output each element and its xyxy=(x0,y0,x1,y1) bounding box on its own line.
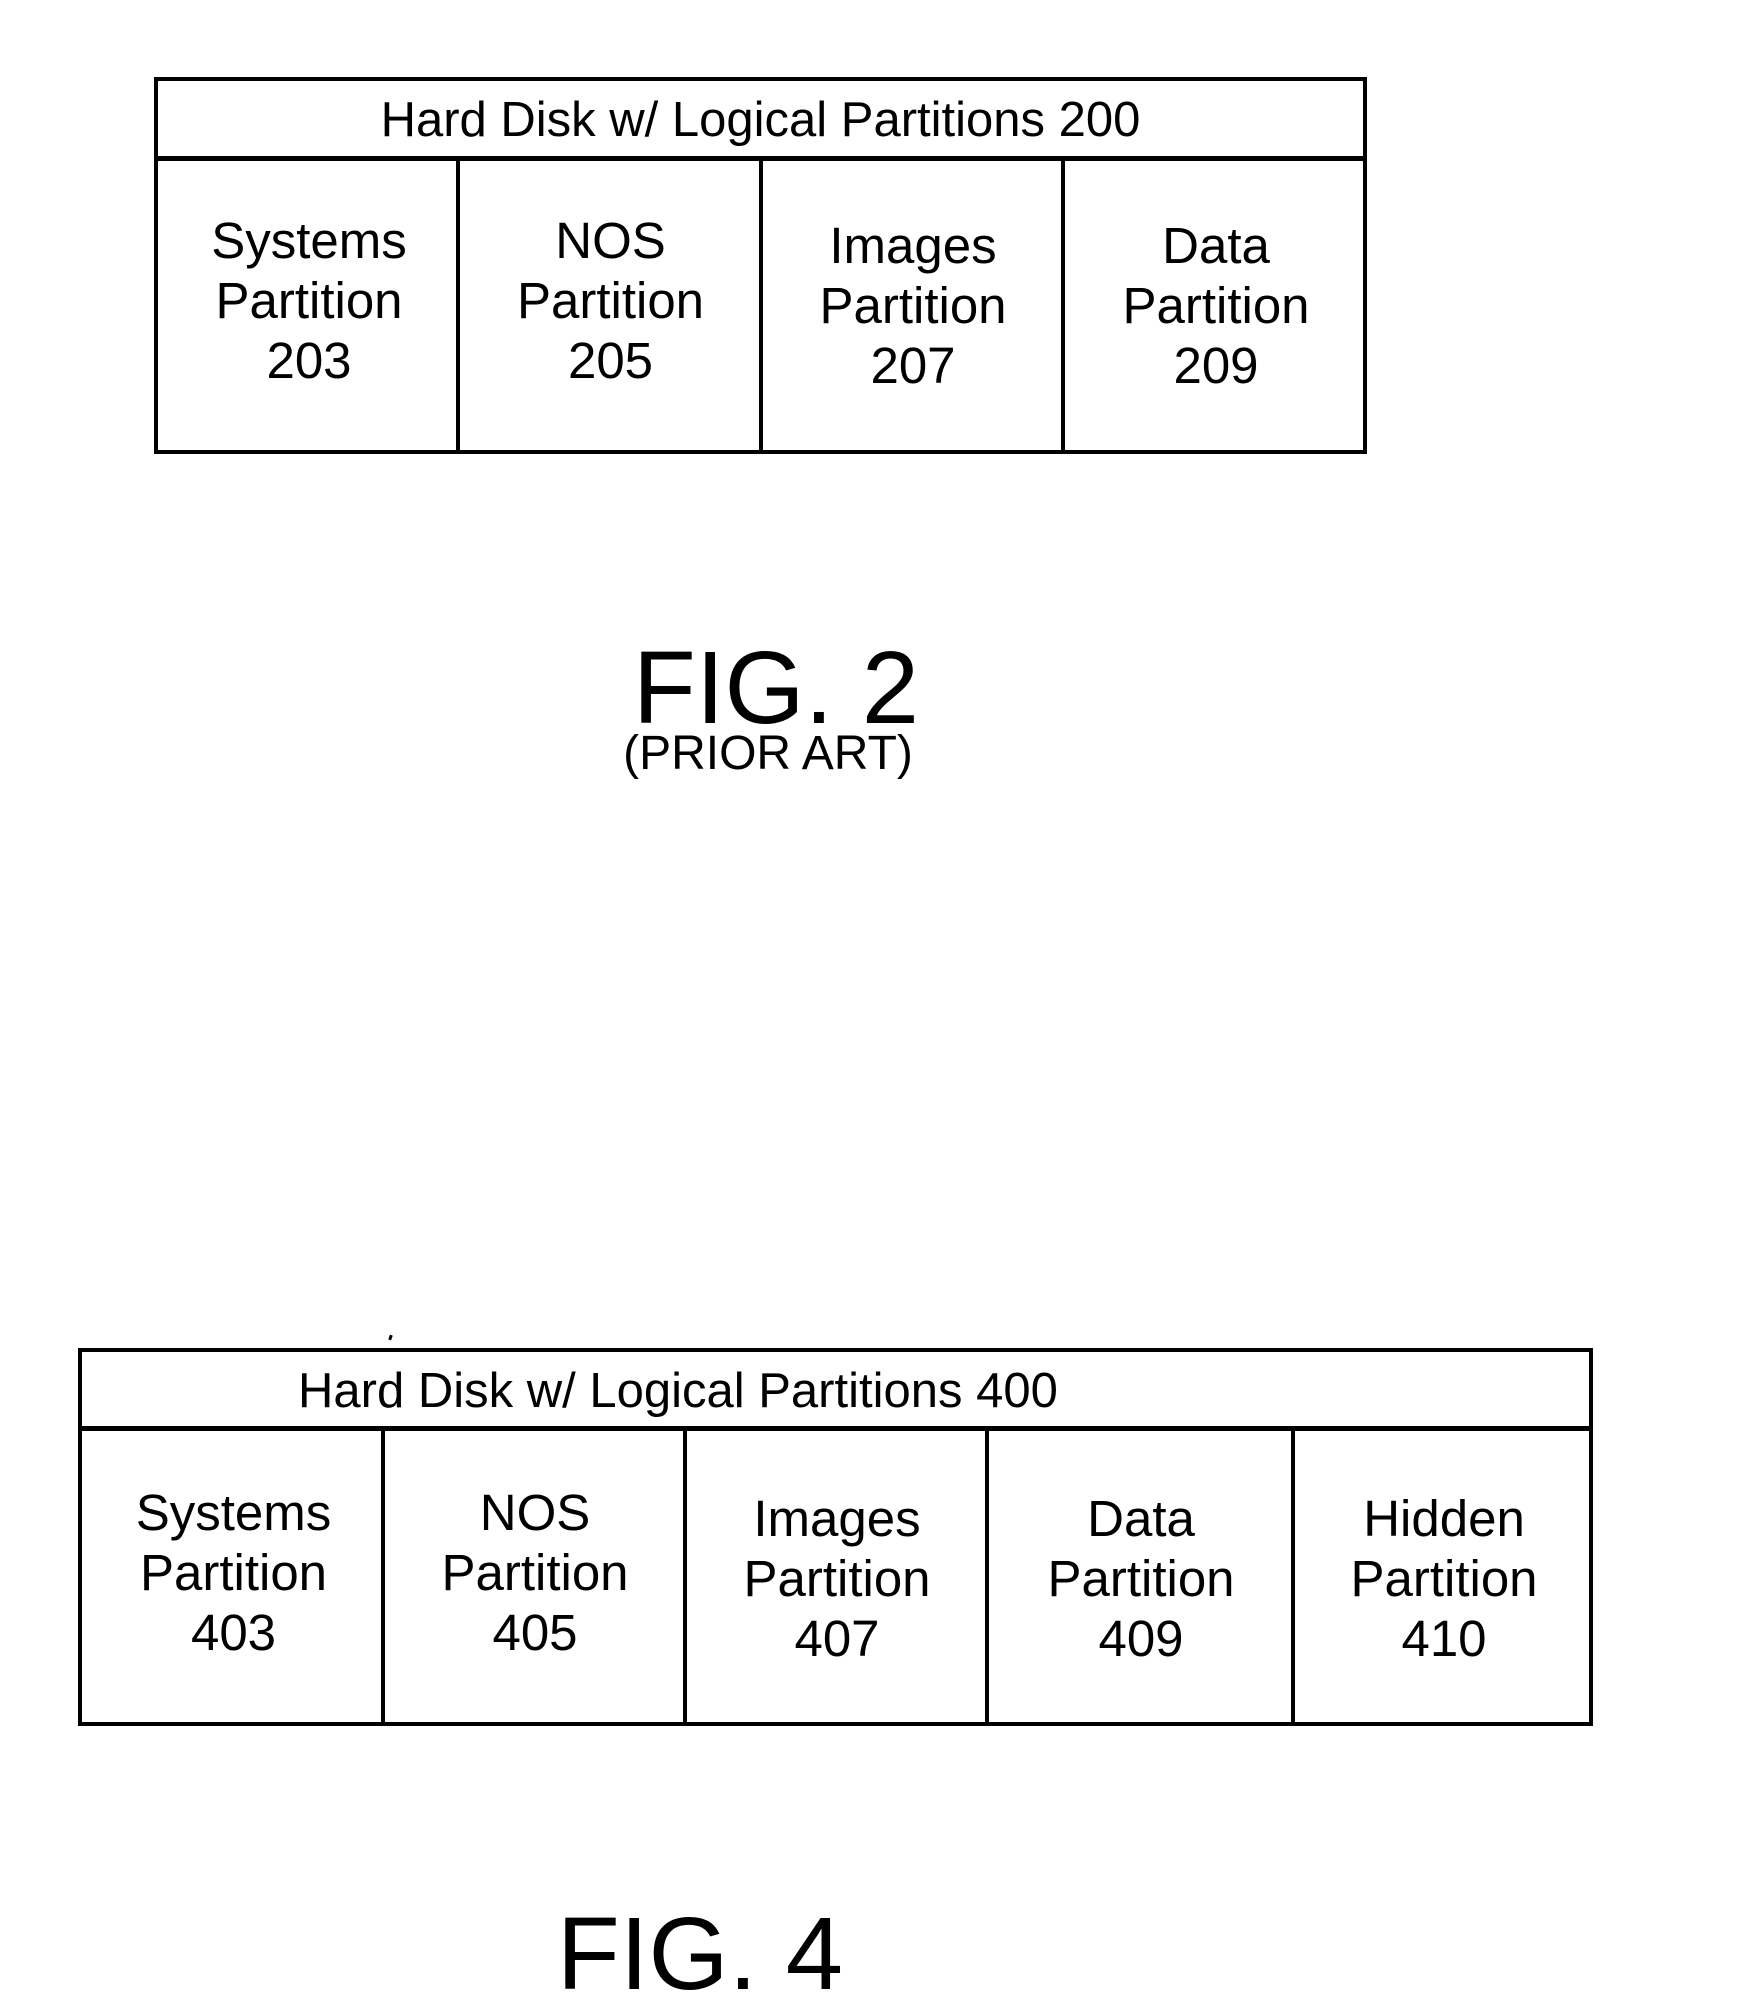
fig4-partition-nos: NOS Partition 405 xyxy=(381,1427,685,1722)
partition-name: NOS xyxy=(479,1484,591,1541)
fig2-hard-disk-diagram: Hard Disk w/ Logical Partitions 200 Syst… xyxy=(154,77,1367,454)
partition-name: Images xyxy=(829,217,997,274)
scan-speck xyxy=(388,1334,393,1341)
partition-word: Partition xyxy=(1350,1550,1538,1607)
partition-ref: 203 xyxy=(266,332,352,389)
fig2-disk-title: Hard Disk w/ Logical Partitions 200 xyxy=(158,81,1363,161)
fig2-prior-art-label: (PRIOR ART) xyxy=(623,727,913,780)
fig2-disk-title-text: Hard Disk w/ Logical Partitions 200 xyxy=(380,93,1141,147)
fig2-caption: FIG. 2 xyxy=(632,630,920,745)
fig2-partition-images: Images Partition 207 xyxy=(759,157,1063,450)
partition-ref: 205 xyxy=(567,332,654,389)
fig4-partition-images: Images Partition 407 xyxy=(683,1427,987,1722)
partition-word: Partition xyxy=(441,1544,629,1601)
partition-word: Partition xyxy=(215,272,403,329)
fig4-partition-row: Systems Partition 403 NOS Partition 405 … xyxy=(82,1427,1589,1722)
partition-word: Partition xyxy=(1122,277,1310,334)
partition-name: Systems xyxy=(135,1484,332,1541)
partition-name: Hidden xyxy=(1363,1490,1525,1547)
fig4-partition-data: Data Partition 409 xyxy=(985,1427,1293,1722)
partition-name: Data xyxy=(1087,1490,1195,1547)
partition-ref: 409 xyxy=(1098,1610,1184,1667)
partition-word: Partition xyxy=(819,277,1007,334)
partition-ref: 403 xyxy=(190,1604,277,1661)
partition-word: Partition xyxy=(1047,1550,1235,1607)
partition-word: Partition xyxy=(139,1544,328,1601)
fig2-partition-systems: Systems Partition 203 xyxy=(158,157,460,450)
partition-ref: 410 xyxy=(1401,1610,1487,1667)
partition-ref: 209 xyxy=(1173,337,1259,394)
partition-ref: 407 xyxy=(794,1610,880,1667)
partition-ref: 405 xyxy=(492,1604,578,1661)
partition-name: Images xyxy=(753,1490,921,1547)
partition-word: Partition xyxy=(516,272,705,329)
fig2-partition-nos: NOS Partition 205 xyxy=(456,157,761,450)
fig4-caption: FIG. 4 xyxy=(556,1896,844,2011)
fig4-partition-hidden: Hidden Partition 410 xyxy=(1291,1427,1593,1722)
fig2-partition-data: Data Partition 209 xyxy=(1061,157,1367,450)
fig4-partition-systems: Systems Partition 403 xyxy=(82,1427,385,1722)
fig4-hard-disk-diagram: Hard Disk w/ Logical Partitions 400 Syst… xyxy=(78,1348,1593,1726)
partition-word: Partition xyxy=(743,1550,931,1607)
fig2-partition-row: Systems Partition 203 NOS Partition 205 … xyxy=(158,157,1363,450)
partition-name: Systems xyxy=(211,212,407,269)
partition-ref: 207 xyxy=(870,337,956,394)
fig4-disk-title: Hard Disk w/ Logical Partitions 400 xyxy=(82,1352,1589,1431)
partition-name: Data xyxy=(1162,217,1270,274)
fig4-disk-title-text: Hard Disk w/ Logical Partitions 400 xyxy=(298,1363,1058,1418)
partition-name: NOS xyxy=(555,212,666,269)
